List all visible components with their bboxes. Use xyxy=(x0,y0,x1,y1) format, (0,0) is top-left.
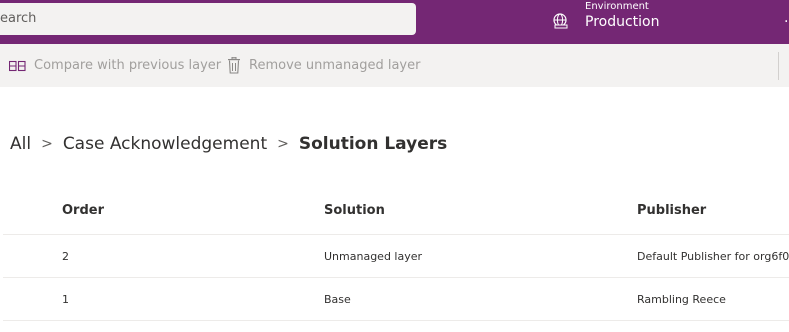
environment-name[interactable]: Production xyxy=(585,14,659,30)
breadcrumb: All > Case Acknowledgement > Solution La… xyxy=(10,130,447,158)
row-divider xyxy=(3,320,789,321)
command-divider xyxy=(778,52,779,80)
remove-label: Remove unmanaged layer xyxy=(249,58,421,73)
column-header-order[interactable]: Order xyxy=(62,203,104,218)
row-divider xyxy=(3,277,789,278)
command-bar: Compare with previous layer Remove unman… xyxy=(0,44,789,87)
cell-publisher: Rambling Reece xyxy=(637,293,726,306)
compare-label: Compare with previous layer xyxy=(34,58,222,73)
page-title: Solution Layers xyxy=(298,134,448,154)
cell-order: 2 xyxy=(62,250,69,263)
remove-unmanaged-layer-button[interactable]: Remove unmanaged layer xyxy=(227,44,420,87)
header-divider xyxy=(3,234,789,235)
chevron-right-icon: > xyxy=(277,136,289,152)
environment-globe-icon[interactable] xyxy=(552,12,570,30)
cell-solution: Base xyxy=(324,293,351,306)
cell-publisher: Default Publisher for org6f0a xyxy=(637,250,789,263)
breadcrumb-case-acknowledgement[interactable]: Case Acknowledgement xyxy=(63,134,267,154)
cell-order: 1 xyxy=(62,293,69,306)
overflow-icon[interactable]: · xyxy=(784,14,788,30)
trash-icon xyxy=(228,57,240,74)
cell-solution: Unmanaged layer xyxy=(324,250,423,263)
column-header-solution[interactable]: Solution xyxy=(324,203,385,218)
compare-with-previous-layer-button[interactable]: Compare with previous layer xyxy=(9,44,221,87)
compare-icon xyxy=(9,60,26,71)
search-input[interactable] xyxy=(0,3,416,35)
column-header-publisher[interactable]: Publisher xyxy=(637,203,706,218)
breadcrumb-all[interactable]: All xyxy=(10,134,31,154)
environment-label: Environment xyxy=(585,1,649,12)
top-bar: Environment Production · xyxy=(0,0,789,44)
chevron-right-icon: > xyxy=(41,136,53,152)
